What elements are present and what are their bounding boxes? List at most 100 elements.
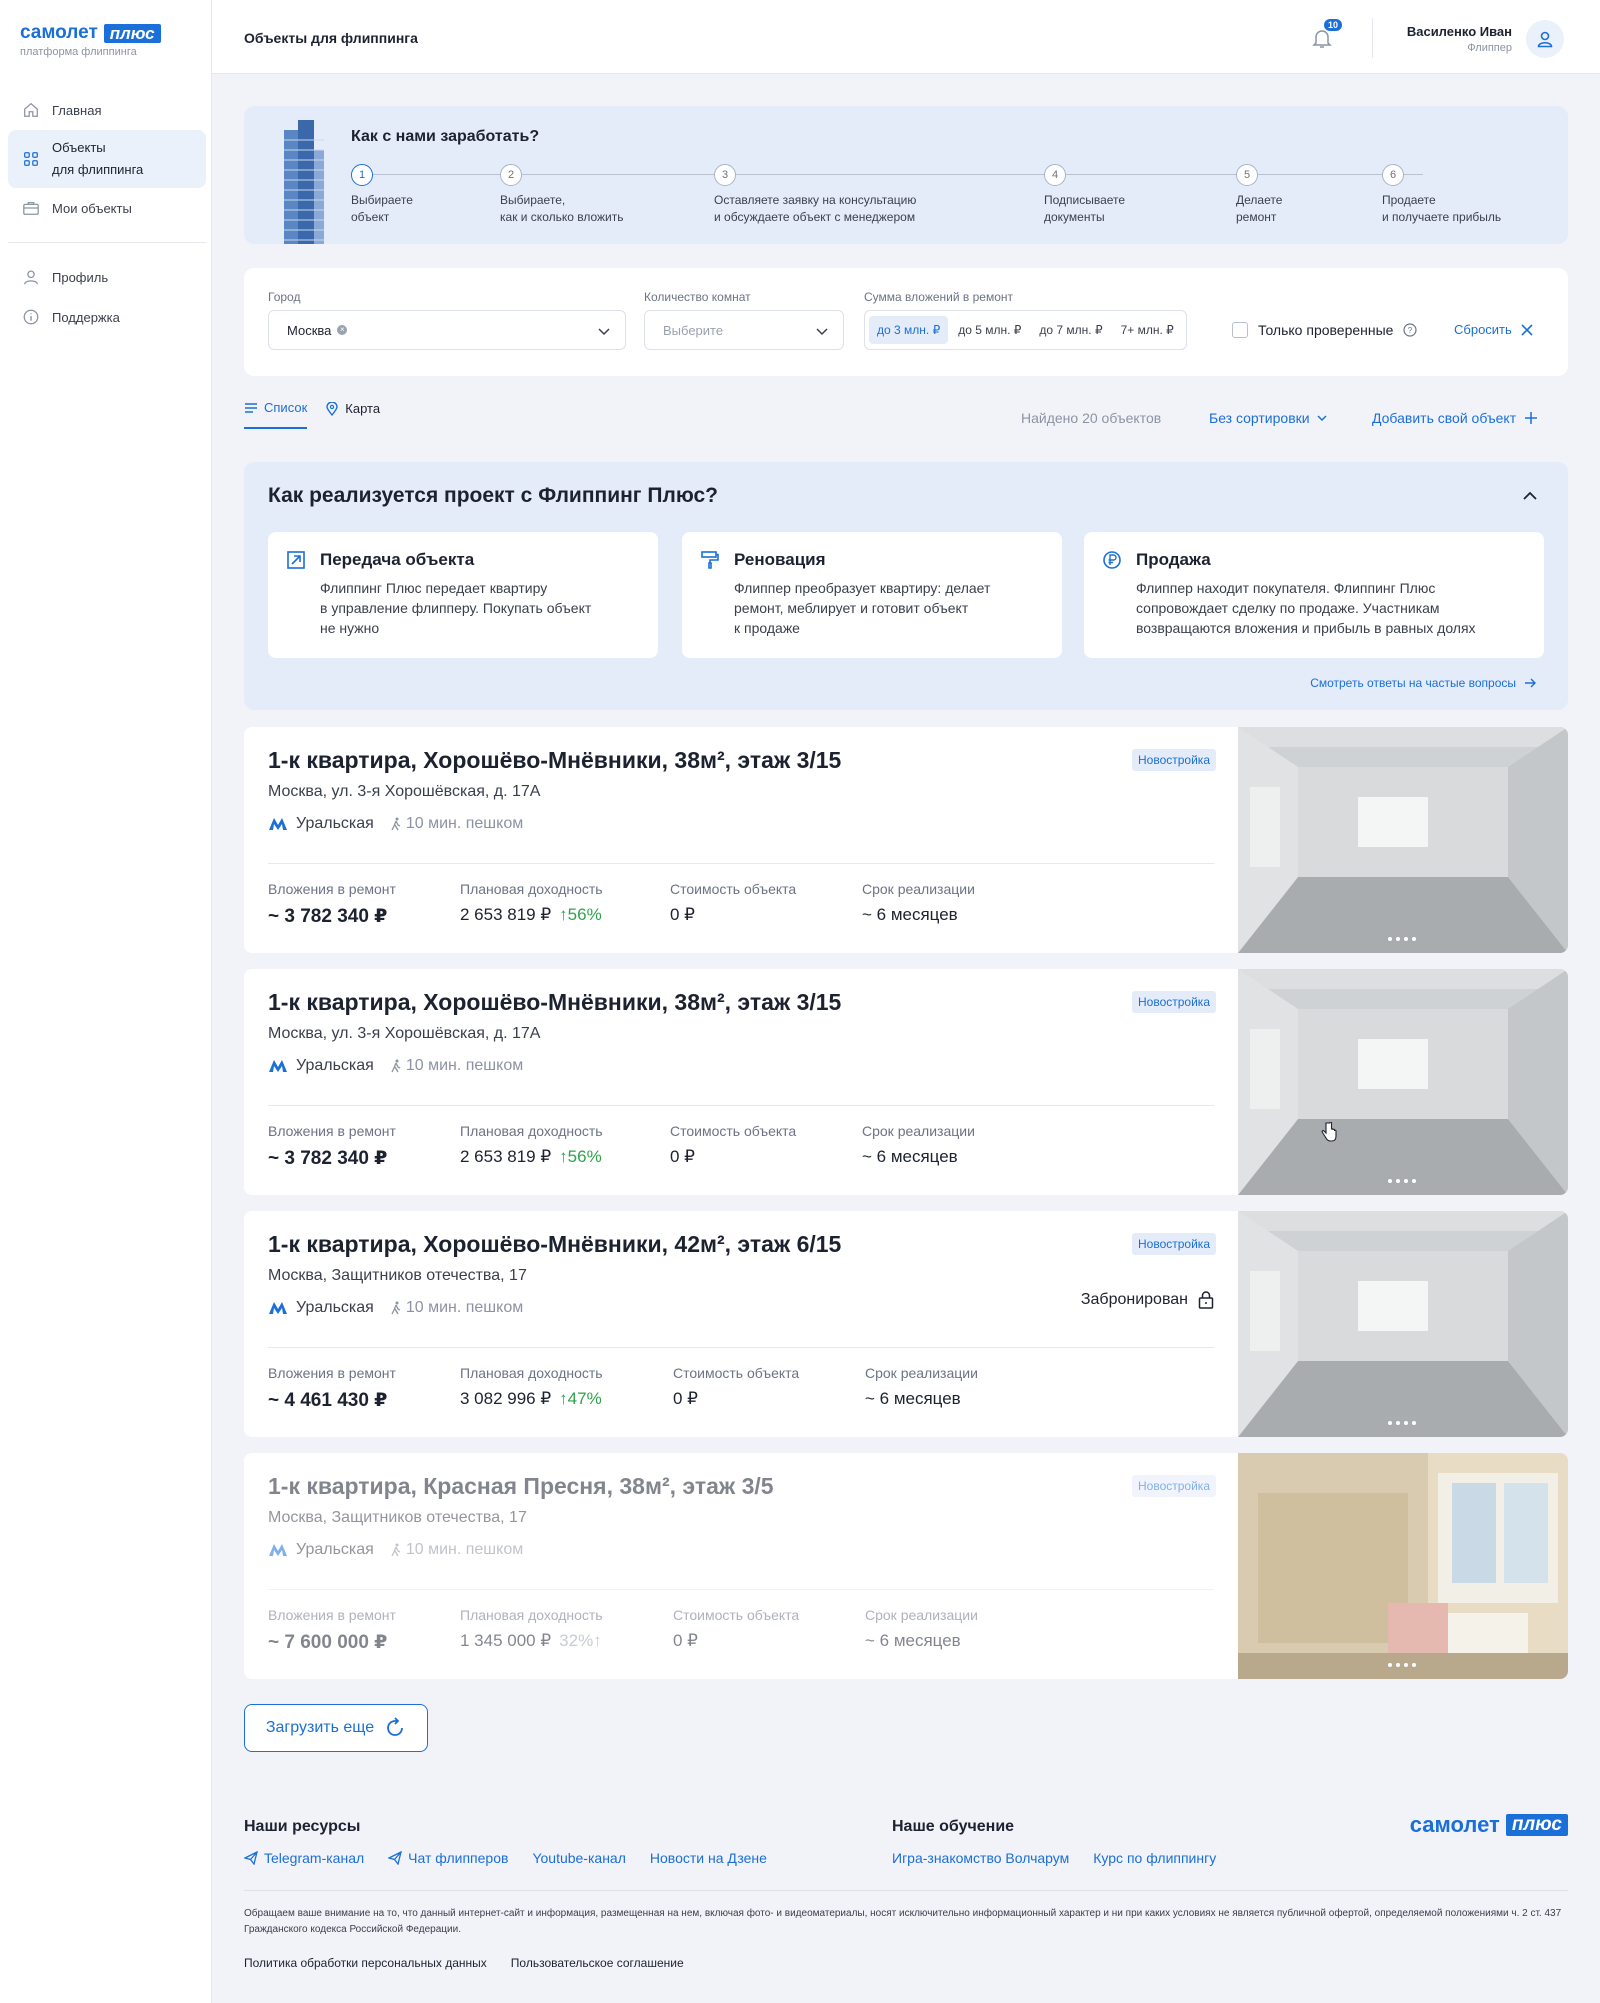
listing-address: Москва, Защитников отечества, 17	[268, 1509, 527, 1526]
briefcase-icon	[23, 201, 39, 215]
avatar[interactable]	[1526, 20, 1564, 58]
stat-label: Стоимость объекта	[673, 1365, 800, 1381]
metro-station: Уральская	[296, 1541, 374, 1558]
project-card-transfer: Передача объекта Флиппинг Плюс передает …	[268, 532, 658, 658]
steps: 1 Выбираете объект 2 Выбираете, как и скол…	[351, 164, 1551, 224]
walk-time-text: 10 мин. пешком	[405, 1541, 524, 1558]
tab-list[interactable]: Список	[244, 400, 308, 429]
sidebar-item-profile[interactable]: Профиль	[8, 257, 206, 297]
listing-photo[interactable]	[1238, 1453, 1568, 1679]
chevron-down-icon	[1317, 415, 1327, 422]
sidebar-item-my-objects[interactable]: Мои объекты	[8, 188, 206, 228]
clear-city-icon[interactable]: ×	[337, 325, 348, 335]
step-number: 2	[500, 164, 522, 186]
map-pin-icon	[326, 401, 338, 416]
step-number: 4	[1044, 164, 1066, 186]
reset-filters-button[interactable]: Сбросить	[1454, 322, 1534, 337]
metro-icon	[269, 818, 287, 830]
listing-title[interactable]: 1-к квартира, Хорошёво-Мнёвники, 38м², э…	[268, 989, 841, 1016]
telegram-icon	[244, 1851, 258, 1865]
chevron-down-icon	[598, 328, 610, 336]
listing-card[interactable]: 1-к квартира, Хорошёво-Мнёвники, 38м², э…	[244, 727, 1568, 953]
walk-time: 10 мин. пешком	[390, 815, 523, 833]
sum-option-7m[interactable]: до 7 млн. ₽	[1031, 316, 1110, 344]
page-title: Объекты для флиппинга	[244, 30, 418, 46]
chevron-up-icon[interactable]	[1522, 488, 1538, 504]
rooms-select[interactable]: Выберите	[644, 310, 844, 350]
help-icon[interactable]: ?	[1403, 323, 1418, 337]
learning-title: Наше обучение	[892, 1818, 1015, 1835]
photo-pagination[interactable]	[1388, 1663, 1416, 1667]
walking-icon	[391, 817, 401, 831]
logo-text: самолет	[20, 22, 98, 43]
verified-checkbox[interactable]: Только проверенные ?	[1232, 322, 1418, 338]
listing-card[interactable]: 1-к квартира, Хорошёво-Мнёвники, 38м², э…	[244, 969, 1568, 1195]
game-link[interactable]: Игра-знакомство Волчарум	[892, 1850, 1069, 1866]
stat-label: Срок реализации	[862, 1123, 975, 1139]
step-text: Продаете и получаете прибыль	[1382, 193, 1502, 224]
info-icon	[23, 309, 39, 325]
paint-roller-icon	[701, 551, 719, 569]
course-link[interactable]: Курс по флиппингу	[1093, 1850, 1216, 1866]
sum-option-7m-plus[interactable]: 7+ млн. ₽	[1113, 316, 1182, 344]
city-select[interactable]: Москва ×	[268, 310, 626, 350]
logo-text: самолет	[1409, 1812, 1500, 1837]
listing-metro: Уральская 10 мин. пешком	[268, 815, 523, 833]
stat-income: Плановая доходность 2 653 819 ₽ ↑56%	[460, 881, 603, 925]
sidebar-item-support[interactable]: Поддержка	[8, 297, 206, 337]
telegram-channel-link[interactable]: Telegram-канал	[244, 1850, 364, 1866]
metro-icon	[269, 1060, 287, 1072]
step-number: 6	[1382, 164, 1404, 186]
photo-pagination[interactable]	[1388, 1179, 1416, 1183]
legal-links: Политика обработки персональных данных П…	[244, 1956, 684, 1970]
footer-logo[interactable]: самолет плюс	[1410, 1812, 1568, 1838]
checkbox-box[interactable]	[1232, 322, 1248, 338]
sort-select[interactable]: Без сортировки	[1209, 410, 1328, 426]
load-more-button[interactable]: Загрузить еще	[244, 1704, 428, 1752]
listing-card[interactable]: 1-к квартира, Красная Пресня, 38м², этаж…	[244, 1453, 1568, 1679]
income-percent: 32%↑	[559, 1631, 602, 1650]
stat-term: Срок реализации ~ 6 месяцев	[862, 1123, 975, 1167]
stat-income: Плановая доходность 1 345 000 ₽ 32%↑	[460, 1607, 603, 1651]
photo-pagination[interactable]	[1388, 937, 1416, 941]
income-value: 3 082 996 ₽	[460, 1389, 552, 1408]
stat-value: 0 ₽	[670, 905, 695, 924]
user-agreement-link[interactable]: Пользовательское соглашение	[511, 1956, 684, 1970]
stat-value: ~ 6 месяцев	[862, 1147, 958, 1166]
hand-cursor-icon	[1321, 1122, 1337, 1142]
stat-income: Плановая доходность 3 082 996 ₽ ↑47%	[460, 1365, 603, 1409]
privacy-policy-link[interactable]: Политика обработки персональных данных	[244, 1956, 487, 1970]
listing-photo[interactable]	[1238, 969, 1568, 1195]
project-card-title: Продажа	[1136, 550, 1211, 569]
listing-title[interactable]: 1-к квартира, Хорошёво-Мнёвники, 38м², э…	[268, 747, 841, 774]
sum-option-3m[interactable]: до 3 млн. ₽	[869, 316, 949, 344]
step-number: 1	[351, 164, 373, 186]
dzen-news-link[interactable]: Новости на Дзене	[650, 1850, 767, 1866]
faq-link[interactable]: Смотреть ответы на частые вопросы	[1310, 676, 1536, 690]
stat-cost: Стоимость объекта 0 ₽	[670, 881, 796, 925]
listing-title[interactable]: 1-к квартира, Хорошёво-Мнёвники, 42м², э…	[268, 1231, 841, 1258]
listing-card[interactable]: 1-к квартира, Хорошёво-Мнёвники, 42м², э…	[244, 1211, 1568, 1437]
listing-title[interactable]: 1-к квартира, Красная Пресня, 38м², этаж…	[268, 1473, 774, 1500]
sidebar-item-flipping-objects[interactable]: Объекты для флиппинга	[8, 130, 206, 188]
youtube-channel-link[interactable]: Youtube-канал	[532, 1850, 625, 1866]
stat-value: 2 653 819 ₽ ↑56%	[460, 905, 603, 925]
step-6: 6 Продаете и получаете прибыль	[1382, 164, 1501, 226]
brand-logo[interactable]: самолет плюс платформа флиппинга	[20, 22, 161, 58]
resources-links: Telegram-канал Чат флипперов Youtube-кан…	[244, 1850, 767, 1866]
add-object-label: Добавить свой объект	[1372, 410, 1517, 426]
room-photo	[1238, 727, 1568, 953]
stat-value: ~ 6 месяцев	[865, 1389, 961, 1408]
stat-cost: Стоимость объекта 0 ₽	[670, 1123, 796, 1167]
tab-map[interactable]: Карта	[325, 400, 380, 429]
sidebar-item-home[interactable]: Главная	[8, 90, 206, 130]
flippers-chat-link[interactable]: Чат флипперов	[388, 1850, 508, 1866]
photo-pagination[interactable]	[1388, 1421, 1416, 1425]
step-2: 2 Выбираете, как и сколько вложить	[500, 164, 624, 226]
sum-option-5m[interactable]: до 5 млн. ₽	[950, 316, 1029, 344]
listing-photo[interactable]	[1238, 727, 1568, 953]
listing-photo[interactable]	[1238, 1211, 1568, 1437]
add-object-button[interactable]: Добавить свой объект	[1372, 410, 1538, 426]
link-label: Telegram-канал	[264, 1850, 365, 1866]
income-value: 1 345 000 ₽	[460, 1631, 552, 1650]
